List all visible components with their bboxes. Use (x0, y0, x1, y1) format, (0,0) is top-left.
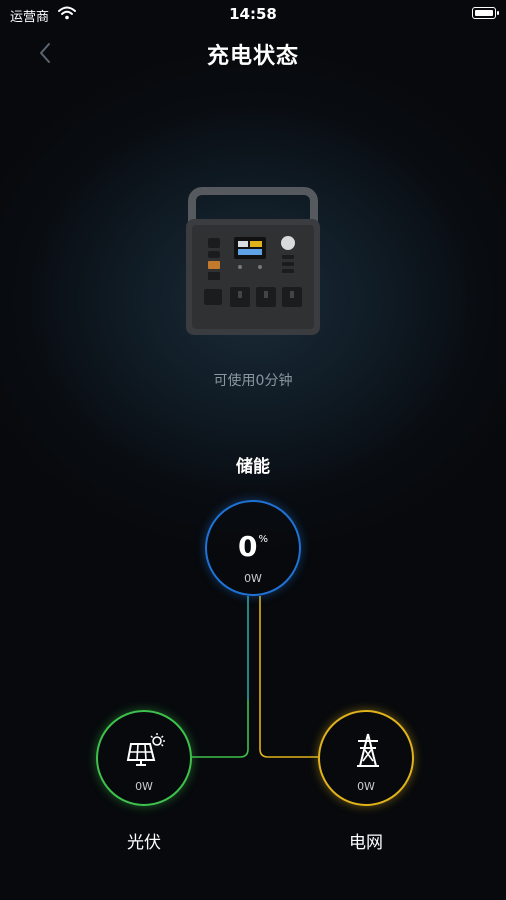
grid-power: 0W (357, 780, 375, 793)
grid-flow-line (259, 596, 318, 758)
grid-label: 电网 (349, 833, 383, 853)
grid-node[interactable]: 0W (318, 710, 414, 806)
power-tower-icon (357, 733, 379, 767)
solar-node[interactable]: 0W (96, 710, 192, 806)
storage-power: 0W (244, 572, 262, 585)
storage-node[interactable]: 0% 0W (205, 500, 301, 596)
solar-power: 0W (135, 780, 153, 793)
solar-panel-icon (126, 733, 165, 766)
solar-label: 光伏 (127, 833, 161, 853)
solar-flow-line (192, 596, 249, 758)
flow-lines (192, 596, 318, 758)
storage-percent: 0% (238, 530, 268, 563)
